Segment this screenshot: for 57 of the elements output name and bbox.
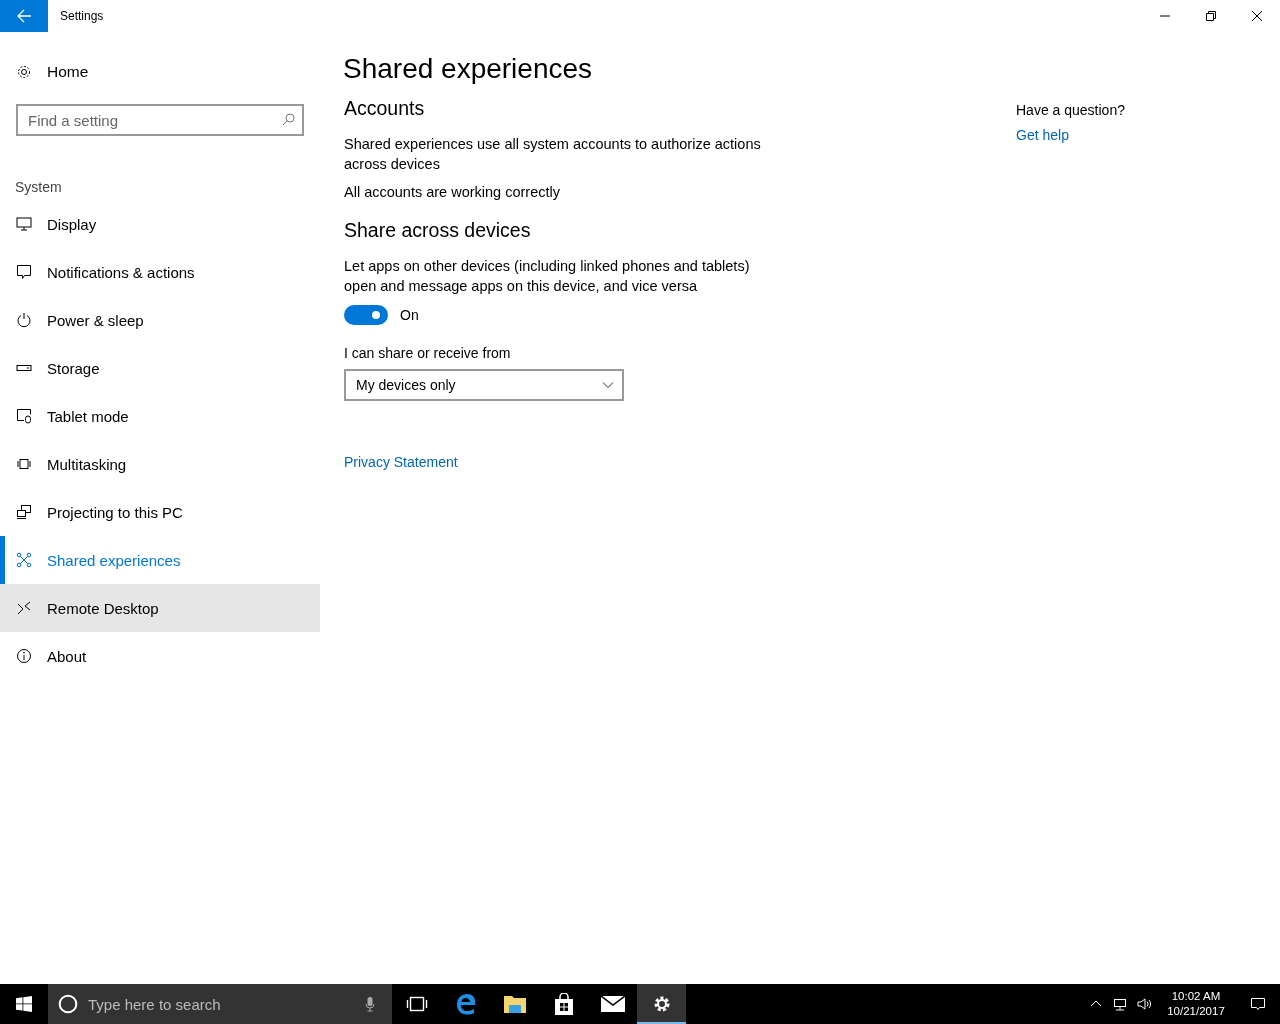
circle-icon: [58, 994, 78, 1014]
help-link[interactable]: Get help: [1016, 127, 1069, 143]
task-view-icon: [405, 996, 428, 1012]
speech-bubble-icon: [1250, 996, 1266, 1012]
speech-bubble-icon: [16, 264, 32, 280]
speaker-icon: [1136, 996, 1152, 1012]
sidebar-item[interactable]: Storage: [0, 344, 320, 392]
section-heading: Accounts: [344, 97, 425, 120]
multitasking-icon: [16, 456, 32, 472]
page-title: Shared experiences: [343, 53, 593, 85]
network-icon: [1112, 996, 1128, 1012]
privacy-link[interactable]: Privacy Statement: [344, 454, 458, 470]
network-nodes-icon: [16, 552, 32, 568]
sidebar-item[interactable]: Power & sleep: [0, 296, 320, 344]
help-heading: Have a question?: [1016, 102, 1125, 118]
sidebar-item[interactable]: About: [0, 632, 320, 680]
search-icon: [282, 113, 295, 126]
envelope-icon: [600, 996, 625, 1012]
shopping-bag-icon: [553, 993, 574, 1015]
chevron-down-icon: [602, 381, 614, 389]
back-button[interactable]: [0, 0, 48, 32]
projector-icon: [16, 504, 32, 520]
sidebar-item[interactable]: Remote Desktop: [0, 584, 320, 632]
dropdown[interactable]: My devices only: [344, 369, 624, 401]
folder-icon: [502, 994, 527, 1014]
windows-icon: [16, 996, 32, 1012]
taskbar-app[interactable]: [637, 984, 686, 1024]
browser-e-icon: [454, 993, 477, 1015]
description-text: Shared experiences use all system accounts to authorize actions across devices: [344, 135, 762, 174]
sidebar-item[interactable]: Tablet mode: [0, 392, 320, 440]
description-text: Let apps on other devices (including linked phones and tablets) open and message apps on this device, and vice versa: [344, 257, 751, 296]
clock-button[interactable]: 10:02 AM 10/21/2017: [1156, 984, 1236, 1024]
restore-icon: [1205, 10, 1217, 22]
monitor-icon: [16, 216, 32, 232]
status-text: All accounts are working correctly: [344, 183, 561, 202]
taskbar-search-field[interactable]: Type here to search: [48, 984, 392, 1024]
close-icon: [1251, 10, 1263, 22]
search-field[interactable]: Find a setting: [16, 104, 304, 136]
sidebar-item[interactable]: Multitasking: [0, 440, 320, 488]
remote-arrows-icon: [16, 600, 32, 616]
home-link[interactable]: Home: [0, 52, 320, 92]
info-icon: [16, 648, 32, 664]
toggle-label: On: [400, 307, 419, 323]
tablet-icon: [16, 408, 32, 424]
window-title: Settings: [60, 9, 105, 23]
toggle-switch[interactable]: [344, 305, 388, 325]
section-heading: System: [14, 178, 63, 197]
microphone-icon: [365, 996, 375, 1012]
sidebar-item[interactable]: Display: [0, 200, 320, 248]
section-heading: Share across devices: [344, 219, 531, 242]
dropdown-label: I can share or receive from: [344, 345, 511, 361]
sidebar-item[interactable]: Shared experiences: [0, 536, 320, 584]
back-arrow-icon: [16, 8, 32, 24]
power-icon: [16, 312, 32, 328]
sidebar-item[interactable]: Projecting to this PC: [0, 488, 320, 536]
gear-icon: [16, 64, 32, 80]
sidebar-item[interactable]: Notifications & actions: [0, 248, 320, 296]
